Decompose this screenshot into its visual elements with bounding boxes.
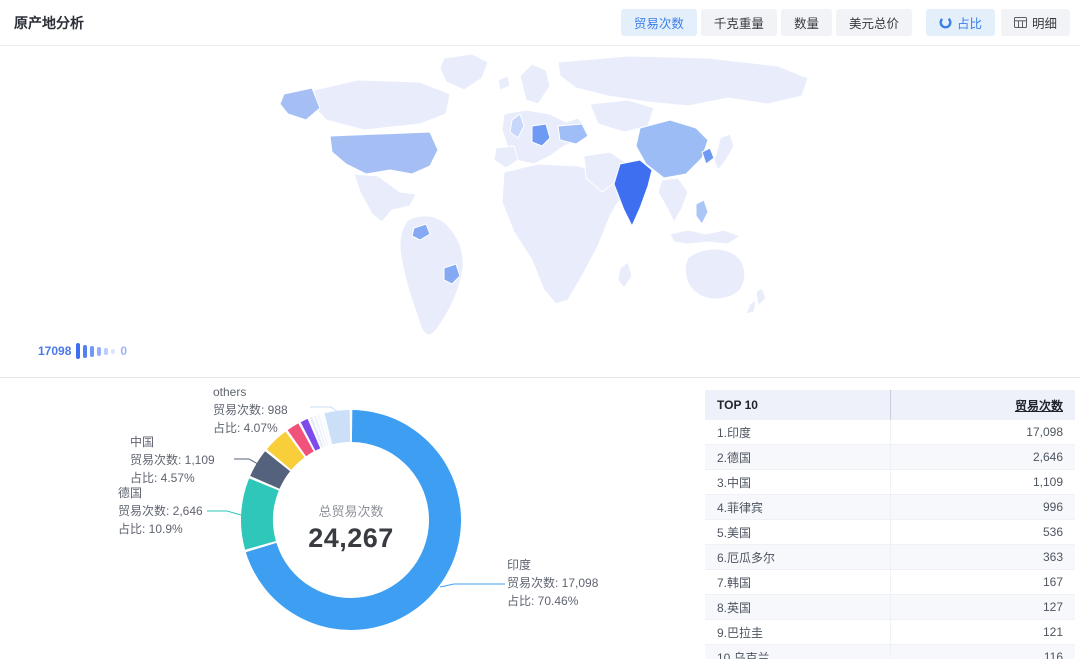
donut-callout-others: others 贸易次数: 988 占比: 4.07% [213, 383, 288, 437]
callout-name: 中国 [130, 433, 215, 451]
map-region-japan[interactable] [714, 134, 734, 170]
table-row: 6.厄瓜多尔363 [705, 545, 1075, 570]
legend-bar-4 [104, 348, 108, 355]
table-cell-value: 121 [890, 620, 1075, 645]
table-cell-value: 996 [890, 495, 1075, 520]
map-region-alaska[interactable] [280, 88, 320, 120]
table-row: 2.德国2,646 [705, 445, 1075, 470]
callout-percent: 占比: 10.9% [118, 520, 203, 538]
callout-name: others [213, 383, 288, 401]
donut-center-label: 总贸易次数 [271, 501, 431, 520]
pie-chart-icon [939, 16, 952, 29]
header-divider [0, 45, 1080, 46]
callout-percent: 占比: 4.07% [213, 419, 288, 437]
map-region-madagascar[interactable] [618, 262, 632, 288]
table-cell-country: 10.乌克兰 [705, 645, 890, 659]
map-region-indochina[interactable] [658, 178, 688, 222]
table-cell-value: 1,109 [890, 470, 1075, 495]
donut-center: 总贸易次数 24,267 [271, 501, 431, 554]
map-region-greenland[interactable] [440, 54, 488, 90]
map-region-canada[interactable] [312, 80, 450, 130]
metric-tab-quantity[interactable]: 数量 [781, 9, 832, 36]
map-region-russia[interactable] [558, 56, 808, 106]
donut-center-value: 24,267 [271, 523, 431, 554]
legend-min-label: 0 [120, 344, 127, 358]
donut-callout-china: 中国 贸易次数: 1,109 占比: 4.57% [130, 433, 215, 487]
section-divider [0, 377, 1080, 378]
table-icon [1014, 17, 1027, 28]
table-header-metric: 贸易次数 [890, 390, 1075, 420]
table-cell-country: 8.英国 [705, 595, 890, 620]
legend-bars [76, 343, 115, 359]
table-header-top10: TOP 10 [705, 390, 890, 420]
table-row: 9.巴拉圭121 [705, 620, 1075, 645]
map-region-india[interactable] [614, 160, 652, 226]
map-region-new-zealand[interactable] [746, 288, 766, 314]
callout-name: 德国 [118, 484, 203, 502]
metric-tab-group: 贸易次数 千克重量 数量 美元总价 [621, 9, 912, 36]
table-cell-country: 9.巴拉圭 [705, 620, 890, 645]
detail-view-label: 明细 [1032, 13, 1057, 32]
table-header-row: TOP 10 贸易次数 [705, 390, 1075, 420]
table-row: 7.韩国167 [705, 570, 1075, 595]
legend-bar-5 [111, 349, 115, 354]
legend-bar-1 [83, 345, 87, 358]
table-row: 5.美国536 [705, 520, 1075, 545]
table-cell-country: 6.厄瓜多尔 [705, 545, 890, 570]
top10-table: TOP 10 贸易次数 1.印度17,0982.德国2,6463.中国1,109… [705, 390, 1075, 659]
legend-bar-0 [76, 343, 80, 359]
table-cell-value: 116 [890, 645, 1075, 659]
metric-tab-usd-total[interactable]: 美元总价 [836, 9, 912, 36]
table-cell-value: 17,098 [890, 420, 1075, 445]
map-region-ukraine[interactable] [558, 124, 588, 144]
metric-tab-kg-weight[interactable]: 千克重量 [701, 9, 777, 36]
table-cell-country: 3.中国 [705, 470, 890, 495]
callout-percent: 占比: 70.46% [507, 592, 598, 610]
origin-analysis-page: 原产地分析 贸易次数 千克重量 数量 美元总价 占比 明细 [0, 0, 1080, 659]
table-cell-country: 1.印度 [705, 420, 890, 445]
table-cell-value: 363 [890, 545, 1075, 570]
table-cell-country: 2.德国 [705, 445, 890, 470]
table-cell-value: 2,646 [890, 445, 1075, 470]
map-region-philippines[interactable] [696, 200, 708, 224]
legend-bar-2 [90, 346, 94, 357]
metric-tab-trade-count[interactable]: 贸易次数 [621, 9, 697, 36]
map-region-indonesia[interactable] [670, 230, 740, 244]
legend-bar-3 [97, 347, 101, 356]
table-cell-value: 167 [890, 570, 1075, 595]
map-region-mexico[interactable] [354, 174, 416, 222]
map-region-scandinavia[interactable] [520, 64, 550, 104]
ratio-view-button[interactable]: 占比 [926, 9, 995, 36]
callout-value: 贸易次数: 988 [213, 401, 288, 419]
table-row: 1.印度17,098 [705, 420, 1075, 445]
map-legend: 17098 0 [38, 340, 127, 362]
table-row: 8.英国127 [705, 595, 1075, 620]
table-row: 10.乌克兰116 [705, 645, 1075, 659]
donut-callout-germany: 德国 贸易次数: 2,646 占比: 10.9% [118, 484, 203, 538]
table-cell-value: 536 [890, 520, 1075, 545]
callout-name: 印度 [507, 556, 598, 574]
map-region-australia[interactable] [685, 249, 745, 299]
callout-value: 贸易次数: 1,109 [130, 451, 215, 469]
table-row: 4.菲律宾996 [705, 495, 1075, 520]
sort-trade-count-link[interactable]: 贸易次数 [1015, 399, 1063, 413]
map-region-united-states[interactable] [330, 132, 438, 174]
callout-value: 贸易次数: 2,646 [118, 502, 203, 520]
map-region-iceland[interactable] [498, 76, 510, 90]
callout-value: 贸易次数: 17,098 [507, 574, 598, 592]
detail-view-button[interactable]: 明细 [1001, 9, 1070, 36]
donut-callout-india: 印度 贸易次数: 17,098 占比: 70.46% [507, 556, 598, 610]
page-title: 原产地分析 [14, 13, 84, 33]
ratio-view-label: 占比 [957, 13, 982, 32]
table-cell-value: 127 [890, 595, 1075, 620]
world-map-chart [268, 52, 828, 344]
table-row: 3.中国1,109 [705, 470, 1075, 495]
toolbar: 贸易次数 千克重量 数量 美元总价 占比 明细 [621, 9, 1070, 36]
table-cell-country: 5.美国 [705, 520, 890, 545]
legend-max-label: 17098 [38, 344, 71, 358]
table-cell-country: 7.韩国 [705, 570, 890, 595]
map-region-iberia[interactable] [494, 146, 518, 168]
table-cell-country: 4.菲律宾 [705, 495, 890, 520]
